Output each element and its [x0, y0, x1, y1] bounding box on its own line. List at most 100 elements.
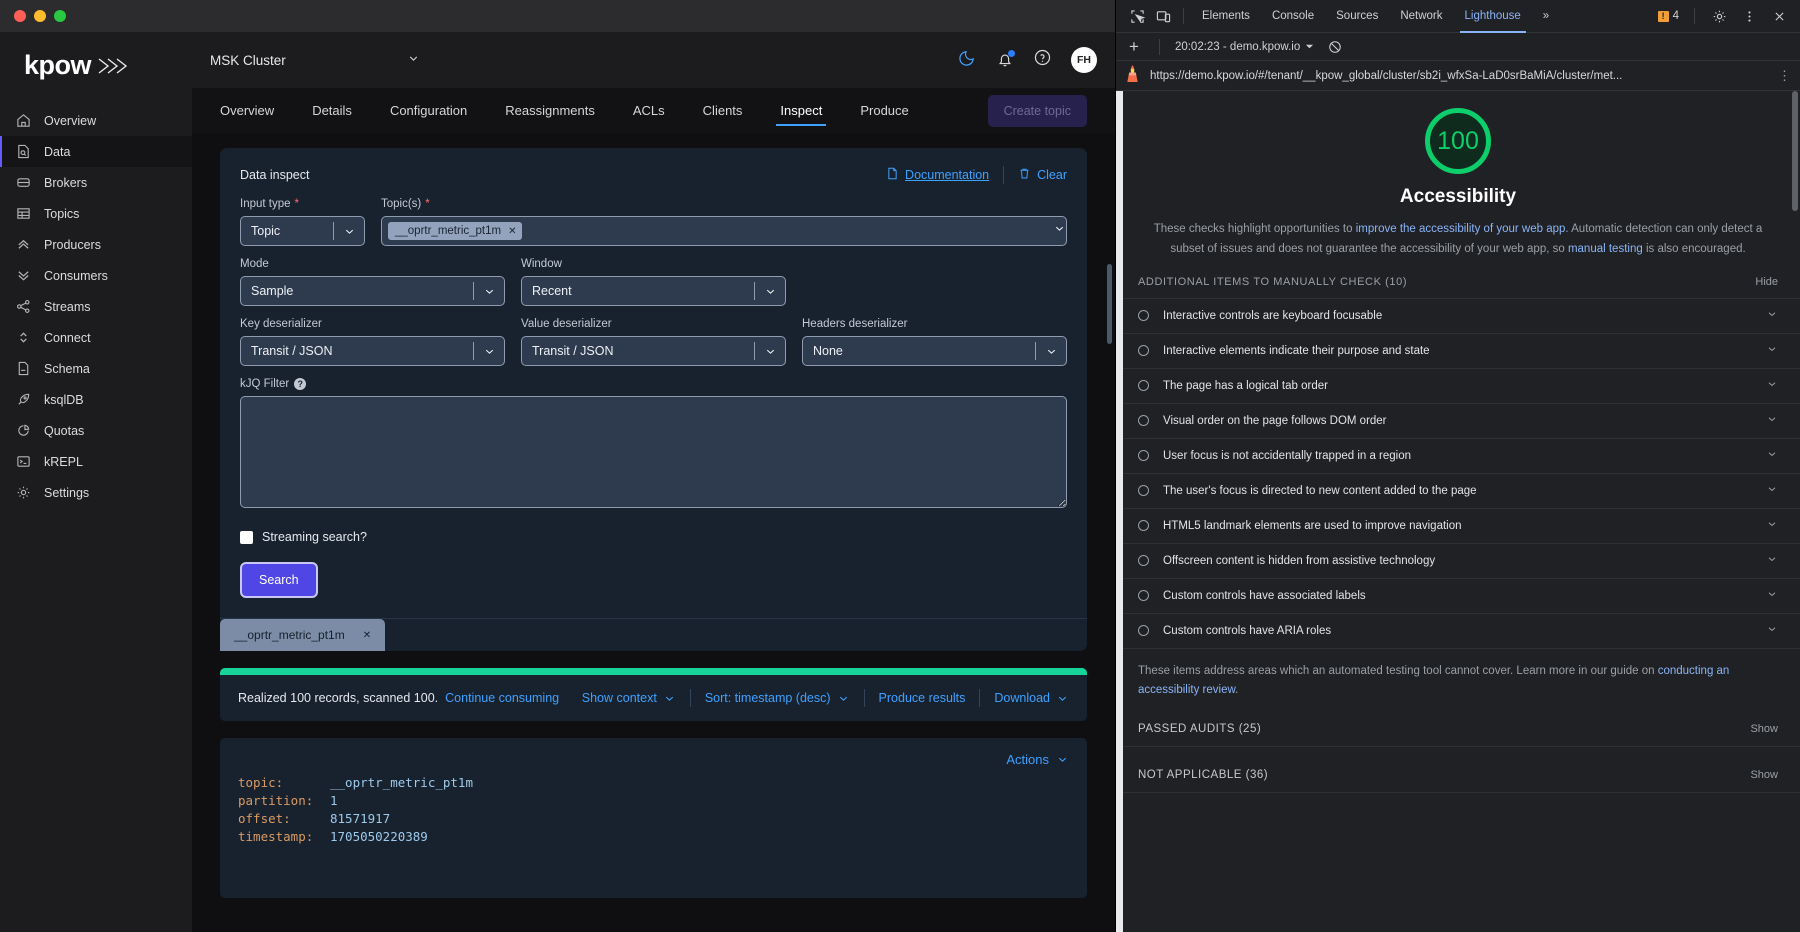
- window-select[interactable]: Recent: [521, 276, 786, 306]
- sidebar-item-producers[interactable]: Producers: [0, 229, 192, 260]
- topic-chip[interactable]: __oprtr_metric_pt1m ✕: [388, 222, 522, 240]
- hide-manual-checks-button[interactable]: Hide: [1755, 276, 1778, 288]
- sidebar-item-krepl[interactable]: kREPL: [0, 446, 192, 477]
- page-scrollbar[interactable]: [1107, 264, 1112, 344]
- close-devtools-icon[interactable]: [1766, 3, 1792, 29]
- row-deserializers: Key deserializer Transit / JSON Value de…: [240, 318, 1067, 366]
- tab-acls[interactable]: ACLs: [633, 88, 665, 134]
- topics-multiselect[interactable]: __oprtr_metric_pt1m ✕: [381, 216, 1067, 246]
- documentation-link[interactable]: Documentation: [886, 167, 989, 183]
- sidebar-item-ksqldb[interactable]: ksqlDB: [0, 384, 192, 415]
- mode-select[interactable]: Sample: [240, 276, 505, 306]
- audit-item[interactable]: HTML5 landmark elements are used to impr…: [1116, 507, 1800, 543]
- tab-overview[interactable]: Overview: [220, 88, 274, 134]
- streaming-search-checkbox[interactable]: [240, 530, 253, 544]
- clear-reports-icon[interactable]: [1322, 34, 1348, 60]
- sidebar-item-data[interactable]: Data: [0, 136, 192, 167]
- device-toolbar-icon[interactable]: [1150, 3, 1176, 29]
- topic-result-tab[interactable]: __oprtr_metric_pt1m ✕: [220, 619, 386, 651]
- dark-mode-toggle-icon[interactable]: [958, 48, 977, 72]
- audit-item[interactable]: Custom controls have associated labels: [1116, 577, 1800, 613]
- inspect-element-icon[interactable]: [1124, 3, 1150, 29]
- new-report-icon[interactable]: +: [1124, 37, 1144, 57]
- clear-button[interactable]: Clear: [1018, 167, 1067, 183]
- devtools-kebab-menu-icon[interactable]: [1736, 3, 1762, 29]
- cluster-selector[interactable]: MSK Cluster: [210, 52, 420, 68]
- sidebar-item-schema[interactable]: Schema: [0, 353, 192, 384]
- devtools-tab-elements[interactable]: Elements: [1191, 0, 1261, 33]
- key-deserializer-select[interactable]: Transit / JSON: [240, 336, 505, 366]
- tab-clients[interactable]: Clients: [703, 88, 743, 134]
- record-body: topic: __oprtr_metric_pt1m partition: 1 …: [238, 774, 1069, 847]
- tab-details[interactable]: Details: [312, 88, 352, 134]
- devtools-more-tabs-icon[interactable]: »: [1532, 0, 1560, 33]
- record-actions-dropdown[interactable]: Actions: [1006, 752, 1069, 767]
- tab-configuration[interactable]: Configuration: [390, 88, 467, 134]
- manual-testing-link[interactable]: manual testing: [1568, 243, 1643, 255]
- help-icon[interactable]: [1033, 48, 1052, 72]
- sidebar-item-overview[interactable]: Overview: [0, 105, 192, 136]
- maximize-window-button[interactable]: [54, 10, 66, 22]
- warning-badge[interactable]: ! 4: [1657, 10, 1679, 22]
- gear-icon: [16, 485, 38, 500]
- avatar[interactable]: FH: [1071, 47, 1097, 73]
- sidebar-item-settings[interactable]: Settings: [0, 477, 192, 508]
- record-key: partition:: [238, 793, 314, 809]
- improve-accessibility-link[interactable]: improve the accessibility of your web ap…: [1356, 223, 1566, 235]
- chevron-down-icon[interactable]: [1053, 222, 1066, 240]
- devtools-tab-console[interactable]: Console: [1261, 0, 1325, 33]
- devtools-tab-network[interactable]: Network: [1389, 0, 1453, 33]
- show-not-applicable-button[interactable]: Show: [1750, 769, 1778, 781]
- close-window-button[interactable]: [14, 10, 26, 22]
- audit-item[interactable]: Visual order on the page follows DOM ord…: [1116, 402, 1800, 438]
- audit-item[interactable]: The user's focus is directed to new cont…: [1116, 472, 1800, 508]
- record-value: __oprtr_metric_pt1m: [330, 775, 473, 790]
- audit-item[interactable]: Interactive controls are keyboard focusa…: [1116, 297, 1800, 333]
- chevron-down-icon: [1766, 307, 1778, 325]
- help-icon[interactable]: ?: [294, 378, 307, 390]
- input-type-select[interactable]: Topic: [240, 216, 365, 246]
- sidebar-item-topics[interactable]: Topics: [0, 198, 192, 229]
- sidebar-item-consumers[interactable]: Consumers: [0, 260, 192, 291]
- audit-item[interactable]: User focus is not accidentally trapped i…: [1116, 437, 1800, 473]
- terminal-icon: [16, 454, 38, 469]
- value-deserializer-select[interactable]: Transit / JSON: [521, 336, 786, 366]
- show-passed-audits-button[interactable]: Show: [1750, 723, 1778, 735]
- devtools-tab-lighthouse[interactable]: Lighthouse: [1454, 0, 1532, 33]
- sidebar-item-connect[interactable]: Connect: [0, 322, 192, 353]
- sidebar-item-brokers[interactable]: Brokers: [0, 167, 192, 198]
- search-button[interactable]: Search: [240, 562, 318, 598]
- produce-results-link[interactable]: Produce results: [879, 691, 966, 705]
- create-topic-button[interactable]: Create topic: [987, 95, 1087, 127]
- chevron-down-icon: [407, 52, 420, 68]
- topic-chip-label: __oprtr_metric_pt1m: [395, 225, 502, 237]
- audit-item[interactable]: The page has a logical tab order: [1116, 367, 1800, 403]
- tab-reassignments[interactable]: Reassignments: [505, 88, 595, 134]
- report-run-selector[interactable]: 20:02:23 - demo.kpow.io: [1175, 41, 1314, 53]
- sidebar-item-quotas[interactable]: Quotas: [0, 415, 192, 446]
- tab-inspect[interactable]: Inspect: [776, 88, 827, 134]
- show-context-dropdown[interactable]: Show context: [582, 691, 676, 705]
- devtools-tab-sources[interactable]: Sources: [1325, 0, 1389, 33]
- sort-dropdown[interactable]: Sort: timestamp (desc): [705, 691, 850, 705]
- kjq-filter-input[interactable]: [240, 396, 1067, 508]
- kpow-logo[interactable]: kpow: [0, 46, 192, 105]
- remove-chip-icon[interactable]: ✕: [508, 226, 516, 237]
- minimize-window-button[interactable]: [34, 10, 46, 22]
- audit-item[interactable]: Custom controls have ARIA roles: [1116, 612, 1800, 648]
- tab-produce[interactable]: Produce: [860, 88, 908, 134]
- settings-gear-icon[interactable]: [1706, 3, 1732, 29]
- audit-item[interactable]: Interactive elements indicate their purp…: [1116, 332, 1800, 368]
- close-icon[interactable]: ✕: [363, 630, 371, 641]
- url-kebab-menu-icon[interactable]: ⋮: [1778, 68, 1792, 84]
- headers-deserializer-value: None: [813, 344, 843, 358]
- notifications-icon[interactable]: [996, 50, 1015, 69]
- headers-deserializer-select[interactable]: None: [802, 336, 1067, 366]
- record-value: 1: [330, 793, 338, 809]
- warning-icon: !: [1657, 10, 1669, 22]
- lighthouse-scrollbar[interactable]: [1792, 91, 1798, 211]
- audit-item[interactable]: Offscreen content is hidden from assisti…: [1116, 542, 1800, 578]
- continue-consuming-link[interactable]: Continue consuming: [445, 691, 559, 705]
- sidebar-item-streams[interactable]: Streams: [0, 291, 192, 322]
- download-dropdown[interactable]: Download: [994, 691, 1069, 705]
